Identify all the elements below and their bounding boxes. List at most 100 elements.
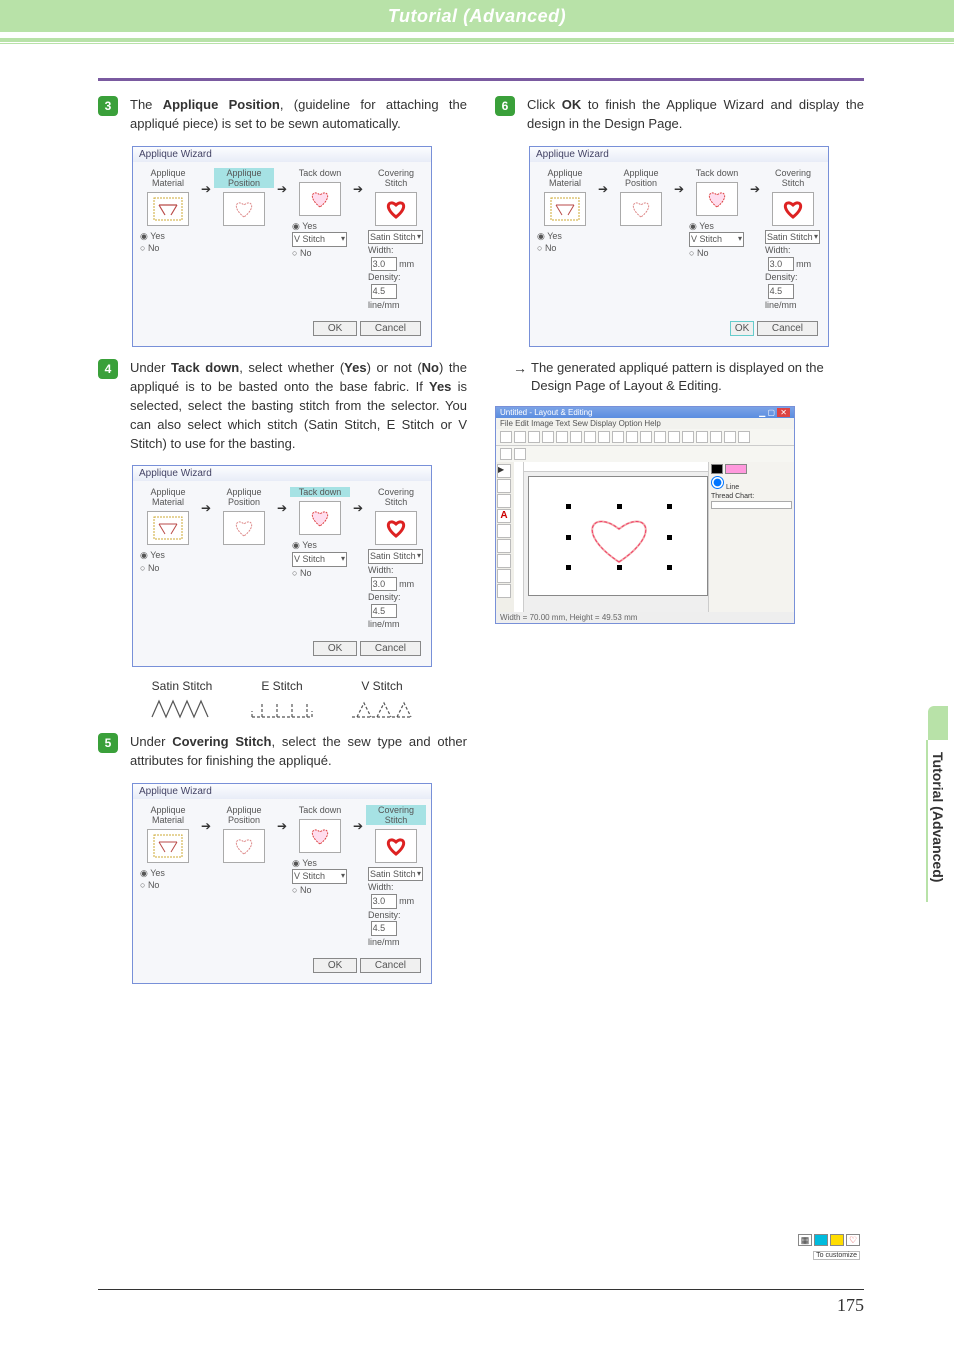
toolbar-icon[interactable]	[710, 431, 722, 443]
arrow-icon: ➔	[199, 803, 213, 833]
width-input[interactable]: 3.0	[371, 257, 397, 272]
cover-stitch-select[interactable]: Satin Stitch	[765, 230, 820, 245]
radio-no[interactable]: ○ No	[140, 243, 159, 253]
toolbar-icon[interactable]	[570, 431, 582, 443]
ok-button[interactable]: OK	[313, 958, 357, 973]
stitch-type-icon[interactable]	[725, 464, 747, 474]
toolbar-icon[interactable]	[654, 431, 666, 443]
toolbar-icon[interactable]	[724, 431, 736, 443]
density-input[interactable]: 4.5	[371, 284, 397, 299]
toolbar-icon[interactable]	[514, 431, 526, 443]
toolbar-icon[interactable]	[598, 431, 610, 443]
step-6-text: Click OK to finish the Applique Wizard a…	[527, 96, 864, 134]
ok-button-hl[interactable]: OK	[730, 321, 754, 336]
heart-applique-object[interactable]	[569, 507, 669, 567]
radio-no[interactable]: ○ No	[140, 880, 159, 890]
radio-yes[interactable]: ◉ Yes	[140, 550, 165, 560]
edit-point-icon[interactable]	[497, 479, 511, 493]
col-cover-hl: Covering Stitch	[366, 805, 426, 825]
tack-stitch-select[interactable]: V Stitch	[689, 232, 744, 247]
swatch-yellow[interactable]	[830, 1234, 844, 1246]
cancel-button[interactable]: Cancel	[360, 641, 421, 656]
swatch-icon[interactable]: ▦	[798, 1234, 812, 1246]
radio-no[interactable]: ○ No	[292, 248, 311, 258]
t: Yes	[150, 868, 165, 878]
radio-no[interactable]: ○ No	[140, 563, 159, 573]
t: Density:	[765, 272, 798, 282]
stamp-tool-icon[interactable]	[497, 569, 511, 583]
tack-stitch-select[interactable]: V Stitch	[292, 232, 347, 247]
color-swatch[interactable]	[711, 464, 723, 474]
cancel-button[interactable]: Cancel	[757, 321, 818, 336]
toolbar-icon[interactable]	[612, 431, 624, 443]
toolbar-icon[interactable]	[514, 448, 526, 460]
radio-yes[interactable]: ◉ Yes	[292, 221, 317, 231]
toolbar-icon[interactable]	[696, 431, 708, 443]
thread-chart-select[interactable]	[711, 501, 792, 509]
toolbar-icon[interactable]	[640, 431, 652, 443]
t: No	[422, 360, 439, 375]
cover-stitch-select[interactable]: Satin Stitch	[368, 867, 423, 882]
radio-yes[interactable]: ◉ Yes	[140, 868, 165, 878]
swatch-cyan[interactable]	[814, 1234, 828, 1246]
outline-tool-icon[interactable]	[497, 539, 511, 553]
menu-bar[interactable]: File Edit Image Text Sew Display Option …	[496, 418, 794, 429]
content-area: 3 The Applique Position, (guideline for …	[98, 96, 864, 1268]
toolbar-icon[interactable]	[584, 431, 596, 443]
t: ) or not (	[367, 360, 422, 375]
toolbar-icon[interactable]	[626, 431, 638, 443]
measure-tool-icon[interactable]	[497, 584, 511, 598]
ok-button[interactable]: OK	[313, 641, 357, 656]
manual-punch-icon[interactable]	[497, 554, 511, 568]
t: Width:	[368, 882, 394, 892]
radio-yes[interactable]: ◉ Yes	[292, 858, 317, 868]
step-badge-5: 5	[98, 733, 118, 753]
radio-yes[interactable]: ◉ Yes	[292, 540, 317, 550]
ok-button[interactable]: OK	[313, 321, 357, 336]
design-page[interactable]	[528, 476, 708, 596]
app-titlebar: Untitled - Layout & Editing ▁ ▢ ✕	[496, 407, 794, 418]
radio-yes[interactable]: ◉ Yes	[140, 231, 165, 241]
toolbar-icon[interactable]	[668, 431, 680, 443]
radio-no[interactable]: ○ No	[537, 243, 556, 253]
radio-no[interactable]: ○ No	[292, 568, 311, 578]
toolbar-icon[interactable]	[556, 431, 568, 443]
header-stripe	[0, 38, 954, 44]
width-input[interactable]: 3.0	[371, 894, 397, 909]
radio-no[interactable]: ○ No	[292, 885, 311, 895]
radio-yes[interactable]: ◉ Yes	[537, 231, 562, 241]
toolbar-icon[interactable]	[542, 431, 554, 443]
text-tool-icon[interactable]: A	[497, 509, 511, 523]
density-input[interactable]: 4.5	[768, 284, 794, 299]
tack-stitch-select[interactable]: V Stitch	[292, 869, 347, 884]
density-input[interactable]: 4.5	[371, 604, 397, 619]
t: No	[300, 248, 312, 258]
width-input[interactable]: 3.0	[371, 577, 397, 592]
tack-stitch-select[interactable]: V Stitch	[292, 552, 347, 567]
close-icon[interactable]: ✕	[777, 408, 790, 417]
radio-line[interactable]	[711, 476, 724, 489]
toolbar-icon[interactable]	[682, 431, 694, 443]
swatch-heart-icon[interactable]: ♡	[846, 1234, 860, 1246]
cover-stitch-select[interactable]: Satin Stitch	[368, 230, 423, 245]
toolbar-icon[interactable]	[738, 431, 750, 443]
select-tool-icon[interactable]: ▶	[497, 464, 511, 478]
width-input[interactable]: 3.0	[768, 257, 794, 272]
cancel-button[interactable]: Cancel	[360, 321, 421, 336]
toolbar-icon[interactable]	[500, 448, 512, 460]
cover-stitch-select[interactable]: Satin Stitch	[368, 549, 423, 564]
cancel-button[interactable]: Cancel	[360, 958, 421, 973]
radio-no[interactable]: ○ No	[689, 248, 708, 258]
right-column: 6 Click OK to finish the Applique Wizard…	[495, 96, 864, 1268]
customize-tab[interactable]: To customize	[813, 1251, 860, 1260]
shape-tool-icon[interactable]	[497, 524, 511, 538]
canvas-area[interactable]	[514, 462, 708, 612]
zoom-icon[interactable]	[497, 494, 511, 508]
toolbar-icon[interactable]	[528, 431, 540, 443]
toolbar-icon[interactable]	[500, 431, 512, 443]
density-input[interactable]: 4.5	[371, 921, 397, 936]
radio-yes[interactable]: ◉ Yes	[689, 221, 714, 231]
minimize-icon[interactable]: ▁	[759, 408, 765, 417]
t: Applique Position	[611, 168, 671, 188]
maximize-icon[interactable]: ▢	[768, 408, 776, 417]
